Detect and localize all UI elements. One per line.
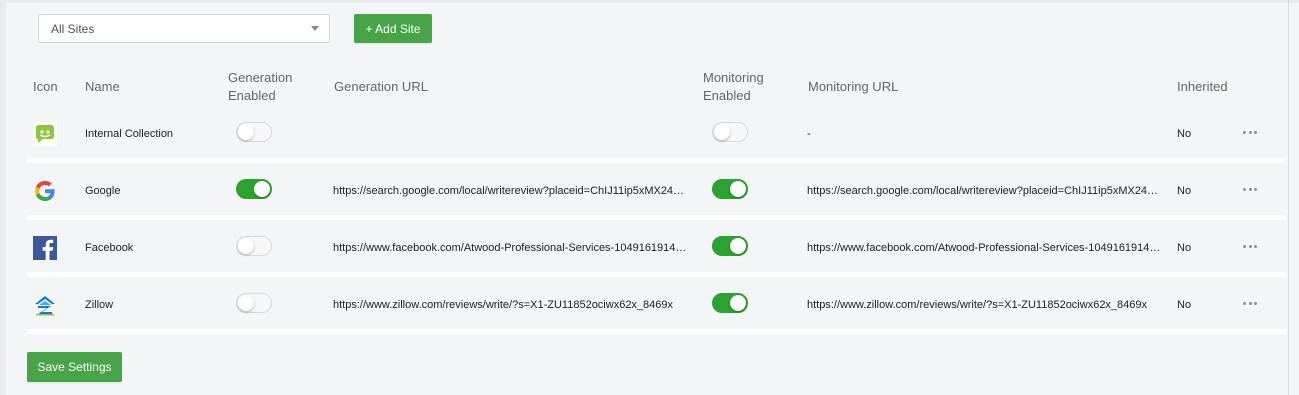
row-divider — [27, 329, 1286, 334]
header-generation-url: Generation URL — [334, 79, 428, 94]
table-row: Internal Collection - No — [27, 106, 1286, 158]
header-monitoring-enabled-line2: Enabled — [703, 88, 751, 103]
monitoring-toggle[interactable] — [712, 293, 748, 313]
header-icon: Icon — [33, 79, 58, 94]
left-edge — [0, 0, 6, 395]
top-divider — [0, 0, 1299, 3]
generation-toggle[interactable] — [236, 236, 272, 256]
chevron-down-icon — [311, 26, 319, 31]
site-select[interactable]: All Sites — [38, 14, 330, 43]
generation-url: https://www.facebook.com/Atwood-Professi… — [333, 242, 687, 254]
table-row: Google https://search.google.com/local/w… — [27, 163, 1286, 215]
monitoring-url: https://www.zillow.com/reviews/write/?s=… — [807, 299, 1148, 311]
toggle-knob — [238, 238, 254, 254]
row-name: Google — [85, 185, 121, 197]
generation-toggle[interactable] — [236, 122, 272, 142]
monitoring-toggle[interactable] — [712, 179, 748, 199]
header-name: Name — [85, 79, 120, 94]
row-name: Internal Collection — [85, 128, 174, 140]
more-options-icon[interactable] — [1243, 188, 1257, 192]
table-row: Facebook https://www.facebook.com/Atwood… — [27, 220, 1286, 272]
header-monitoring-enabled: Monitoring Enabled — [703, 69, 764, 105]
toggle-knob — [254, 181, 270, 197]
internal-collection-icon — [33, 122, 57, 146]
row-name: Zillow — [85, 299, 114, 311]
page: All Sites + Add Site Icon Name Generatio… — [0, 0, 1299, 395]
inherited-value: No — [1177, 299, 1192, 311]
toggle-knob — [730, 181, 746, 197]
header-inherited: Inherited — [1177, 79, 1228, 94]
toggle-knob — [714, 124, 730, 140]
header-generation-enabled-line1: Generation — [228, 70, 293, 85]
site-select-value: All Sites — [51, 21, 95, 36]
save-settings-button[interactable]: Save Settings — [27, 352, 122, 382]
header-monitoring-url: Monitoring URL — [808, 79, 899, 94]
monitoring-url: https://search.google.com/local/writerev… — [807, 185, 1159, 197]
row-name: Facebook — [85, 242, 134, 254]
generation-url: https://search.google.com/local/writerev… — [333, 185, 685, 197]
add-site-button[interactable]: + Add Site — [354, 14, 432, 43]
toggle-knob — [238, 124, 254, 140]
header-monitoring-enabled-line1: Monitoring — [703, 70, 764, 85]
more-options-icon[interactable] — [1243, 245, 1257, 249]
generation-url: https://www.zillow.com/reviews/write/?s=… — [333, 299, 674, 311]
header-generation-enabled-line2: Enabled — [228, 88, 276, 103]
monitoring-url: - — [807, 128, 811, 140]
table-row: Zillow https://www.zillow.com/reviews/wr… — [27, 277, 1286, 329]
toggle-knob — [730, 238, 746, 254]
monitoring-toggle[interactable] — [712, 236, 748, 256]
inherited-value: No — [1177, 128, 1192, 140]
more-options-icon[interactable] — [1243, 131, 1257, 135]
monitoring-url: https://www.facebook.com/Atwood-Professi… — [807, 242, 1161, 254]
generation-toggle[interactable] — [236, 179, 272, 199]
more-options-icon[interactable] — [1243, 302, 1257, 306]
toggle-knob — [730, 295, 746, 311]
facebook-icon — [33, 236, 57, 260]
generation-toggle[interactable] — [236, 293, 272, 313]
inherited-value: No — [1177, 242, 1192, 254]
inherited-value: No — [1177, 185, 1192, 197]
right-edge — [1288, 0, 1289, 395]
zillow-icon — [33, 293, 57, 317]
header-generation-enabled: Generation Enabled — [228, 69, 292, 105]
toggle-knob — [238, 295, 254, 311]
monitoring-toggle[interactable] — [712, 122, 748, 142]
google-icon — [33, 179, 57, 203]
